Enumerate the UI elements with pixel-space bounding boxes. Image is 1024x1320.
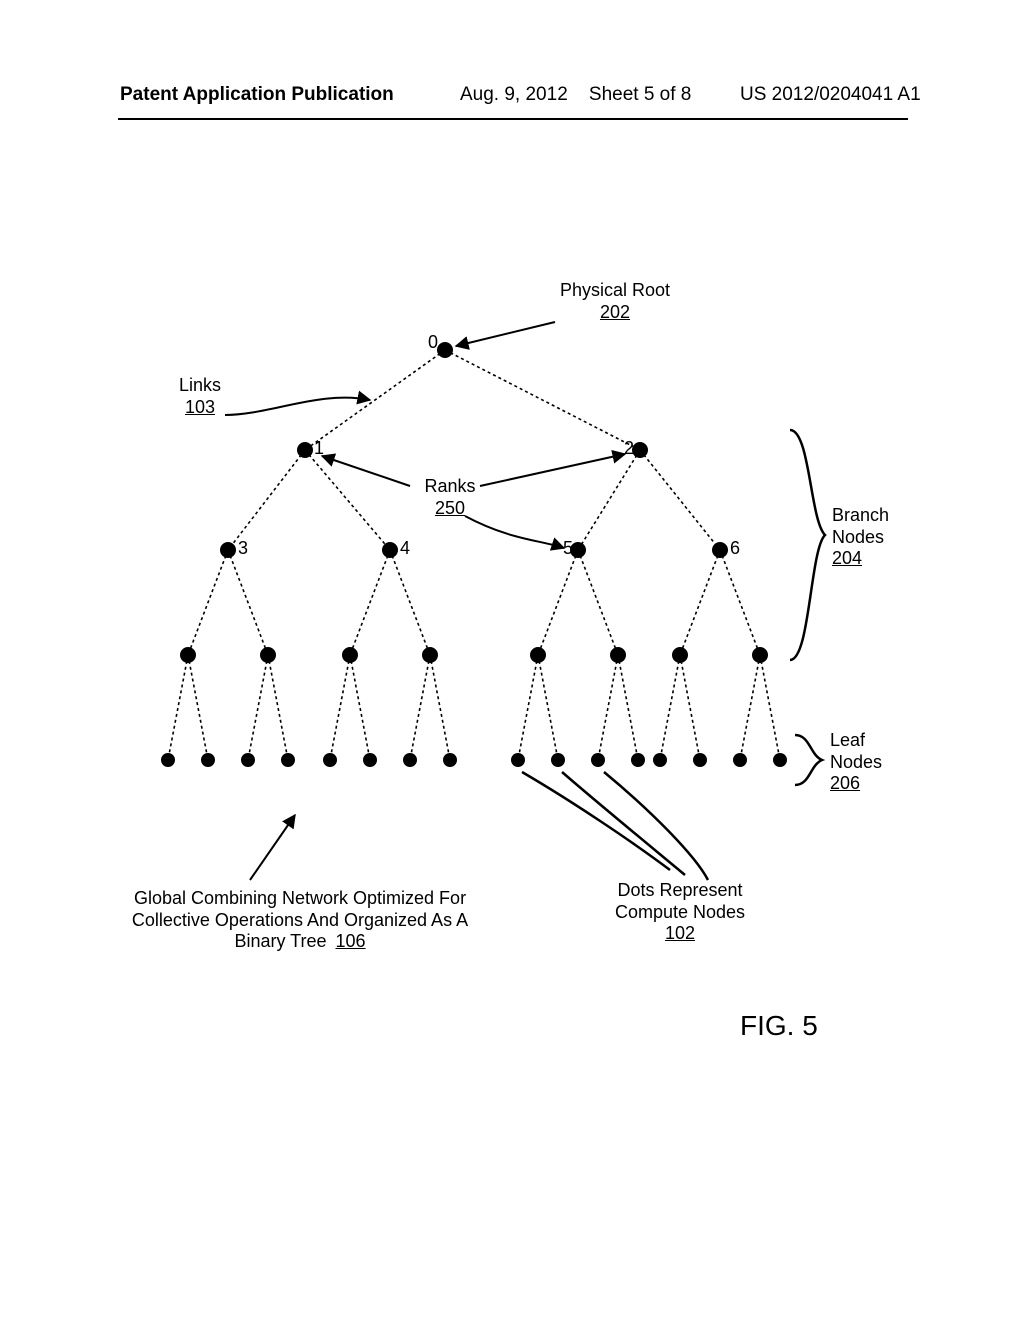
label-physical-root-ref: 202 [600, 302, 630, 324]
curve-compute-nodes-1 [522, 772, 670, 870]
tree-nodes [161, 342, 787, 767]
figure-label: FIG. 5 [740, 1010, 818, 1042]
header-publication-type: Patent Application Publication [120, 84, 394, 106]
node-label-0: 0 [428, 332, 438, 353]
label-ranks: Ranks 250 [410, 476, 490, 519]
node-1 [297, 442, 313, 458]
header-sheet: Sheet 5 of 8 [589, 84, 691, 105]
label-physical-root: Physical Root 202 [540, 280, 690, 323]
node-label-2: 2 [624, 438, 634, 459]
label-dots-represent-text: Dots Represent Compute Nodes [580, 880, 780, 923]
node-label-5: 5 [563, 538, 573, 559]
arrow-global-caption [250, 815, 295, 880]
label-physical-root-text: Physical Root [540, 280, 690, 302]
node-label-3: 3 [238, 538, 248, 559]
node-6 [712, 542, 728, 558]
label-branch-nodes-text: Branch Nodes [832, 505, 922, 548]
node-label-4: 4 [400, 538, 410, 559]
label-leaf-nodes: Leaf Nodes 206 [830, 730, 910, 795]
arrow-ranks-right [480, 454, 625, 486]
binary-tree-diagram: 0 1 2 3 4 5 6 Physical Root 202 Links 10… [110, 260, 930, 1000]
header-rule [118, 118, 908, 120]
node-4 [382, 542, 398, 558]
label-dots-represent: Dots Represent Compute Nodes 102 [580, 880, 780, 945]
node-0 [437, 342, 453, 358]
label-dots-represent-ref: 102 [665, 923, 695, 945]
curve-compute-nodes-3 [604, 772, 708, 880]
node-label-6: 6 [730, 538, 740, 559]
label-global-caption-text: Global Combining Network Optimized For C… [132, 888, 468, 951]
label-links-text: Links [165, 375, 235, 397]
header-date: Aug. 9, 2012 [460, 84, 568, 105]
label-links-ref: 103 [185, 397, 215, 419]
label-ranks-text: Ranks [410, 476, 490, 498]
arrow-ranks-down [465, 516, 564, 548]
label-global-caption: Global Combining Network Optimized For C… [120, 888, 480, 953]
arrow-physical-root [456, 322, 555, 346]
brace-leaf-nodes [795, 735, 822, 785]
arrow-links [225, 398, 370, 415]
label-ranks-ref: 250 [435, 498, 465, 520]
label-branch-nodes: Branch Nodes 204 [832, 505, 922, 570]
label-leaf-nodes-ref: 206 [830, 773, 860, 795]
node-2 [632, 442, 648, 458]
label-global-caption-ref: 106 [336, 931, 366, 953]
label-links: Links 103 [165, 375, 235, 418]
arrow-ranks-left [322, 456, 410, 486]
header-pubnum: US 2012/0204041 A1 [740, 84, 921, 106]
label-leaf-nodes-text: Leaf Nodes [830, 730, 910, 773]
node-3 [220, 542, 236, 558]
node-label-1: 1 [314, 438, 324, 459]
brace-branch-nodes [790, 430, 825, 660]
header-date-sheet: Aug. 9, 2012 Sheet 5 of 8 [460, 84, 691, 106]
label-branch-nodes-ref: 204 [832, 548, 862, 570]
